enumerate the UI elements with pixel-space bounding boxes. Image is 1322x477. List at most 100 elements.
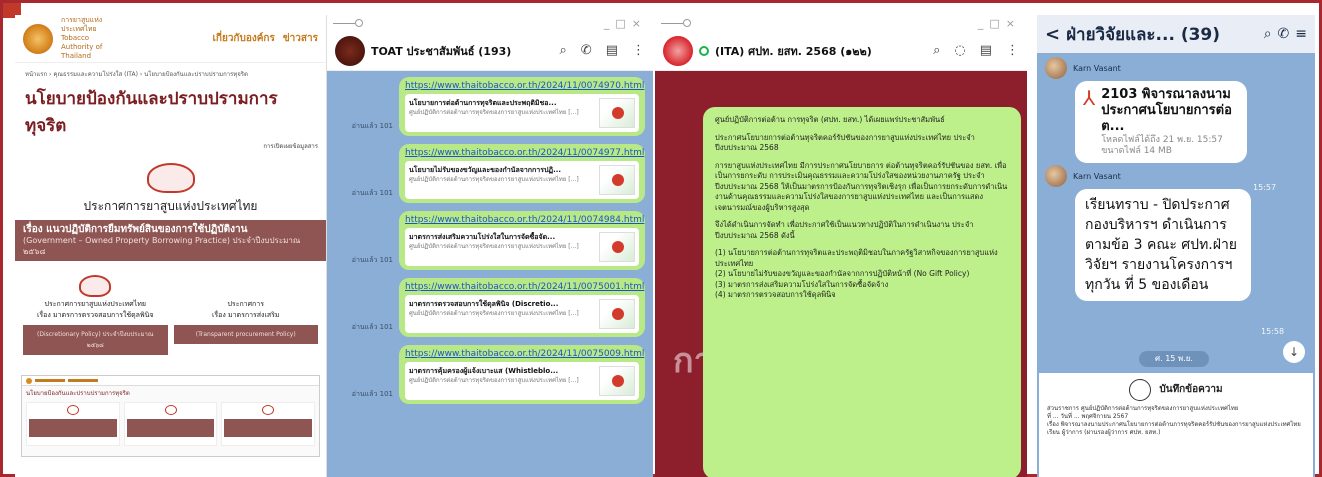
breadcrumb[interactable]: หน้าแรก › คุณธรรมและความโปร่งใส (ITA) › … bbox=[15, 63, 326, 81]
toat-logo-icon[interactable] bbox=[23, 23, 53, 54]
doc-line2: (Government – Owned Property Borrowing P… bbox=[23, 236, 301, 256]
page-thumbnail[interactable]: นโยบายป้องกันและปราบปรามการทุจริต bbox=[21, 375, 320, 457]
more-icon[interactable]: ⋮ bbox=[632, 43, 645, 58]
search-icon[interactable]: ⌕ bbox=[933, 43, 940, 58]
group-avatar[interactable] bbox=[663, 35, 693, 66]
seal-icon bbox=[1129, 379, 1152, 401]
message-link[interactable]: https://www.thaitobacco.or.th/2024/11/00… bbox=[405, 215, 644, 225]
file-bubble[interactable]: ⅄ 2103 พิจารณาลงนามประกาศนโยบายการต่อต..… bbox=[1075, 81, 1247, 163]
message-row: อ่านแล้ว 101 https://www.thaitobacco.or.… bbox=[335, 278, 645, 337]
preview-desc: ศูนย์ปฏิบัติการต่อต้านการทุจริตของการยาส… bbox=[409, 310, 579, 317]
read-receipt: อ่านแล้ว 101 bbox=[351, 122, 393, 130]
call-icon[interactable]: ✆ bbox=[1278, 26, 1290, 42]
call-icon[interactable]: ✆ bbox=[581, 43, 592, 58]
link-preview[interactable]: นโยบายการต่อต้านการทุจริตและประพฤติมิชอ.… bbox=[405, 94, 639, 132]
pin-icon[interactable] bbox=[333, 19, 604, 27]
back-icon[interactable]: < bbox=[1045, 24, 1060, 45]
announcement-bubble[interactable]: ศูนย์ปฏิบัติการต่อต้าน การทุจริต (ศปท. ย… bbox=[703, 107, 1021, 477]
thumb-bar bbox=[126, 419, 215, 437]
thumb-nav bbox=[68, 379, 98, 382]
preview-thumbnail bbox=[599, 232, 635, 262]
file-size: ขนาดไฟล์ 14 MB bbox=[1101, 146, 1172, 156]
link-preview[interactable]: มาตรการคุ้มครองผู้แจ้งเบาะแส (Whistleblo… bbox=[405, 362, 639, 400]
sender-row: Karn Vasant bbox=[1037, 53, 1315, 79]
search-icon[interactable]: ⌕ bbox=[1264, 26, 1272, 42]
sender-name: Karn Vasant bbox=[1073, 63, 1121, 73]
preview-title: มาตรการคุ้มครองผู้แจ้งเบาะแส (Whistleblo… bbox=[409, 367, 559, 375]
chat-title: ฝ่ายวิจัยและ... (39) bbox=[1066, 24, 1221, 45]
seal-icon bbox=[66, 405, 79, 415]
doc-card-discretionary[interactable]: ประกาศการยาสูบแห่งประเทศไทย เรื่อง มาตรก… bbox=[23, 271, 168, 359]
search-icon[interactable]: ⌕ bbox=[560, 43, 567, 58]
memo-header: บันทึกข้อความ bbox=[1047, 379, 1305, 401]
group-avatar[interactable] bbox=[335, 35, 365, 66]
preview-title: มาตรการตรวจสอบการใช้ดุลพินิจ (Discretio.… bbox=[409, 300, 559, 308]
message-row: อ่านแล้ว 101 https://www.thaitobacco.or.… bbox=[335, 77, 645, 136]
message-link[interactable]: https://www.thaitobacco.or.th/2024/11/00… bbox=[405, 81, 644, 91]
verified-icon bbox=[699, 45, 709, 56]
preview-title: นโยบายไม่รับของขวัญและของกำนัลจากการปฏิ.… bbox=[409, 166, 562, 174]
doc-announcement-link[interactable]: เรื่อง แนวปฏิบัติการยืมทรัพย์สินของการใช… bbox=[15, 220, 326, 261]
read-receipt: อ่านแล้ว 101 bbox=[351, 390, 393, 398]
window-titlebar: _□× bbox=[327, 15, 653, 31]
memo-line: เรียน ผู้ว่าการ (ผ่านรองผู้ว่าการ ศปท. ย… bbox=[1047, 429, 1161, 436]
nav-news[interactable]: ข่าวสาร bbox=[283, 31, 318, 46]
chat-icon[interactable]: ◌ bbox=[954, 43, 965, 58]
toat-chat-window: _□× TOAT ประชาสัมพันธ์ (193) ⌕ ✆ ▤ ⋮ อ่า… bbox=[327, 15, 653, 477]
link-bubble[interactable]: https://www.thaitobacco.or.th/2024/11/00… bbox=[399, 345, 645, 404]
preview-thumbnail bbox=[599, 165, 635, 195]
col1-title: ประกาศการยาสูบแห่งประเทศไทย bbox=[44, 300, 146, 308]
avatar[interactable] bbox=[1045, 165, 1067, 187]
menu-icon[interactable]: ≡ bbox=[1295, 26, 1307, 42]
message-time: 15:57 bbox=[1253, 183, 1277, 192]
message-link[interactable]: https://www.thaitobacco.or.th/2024/11/00… bbox=[405, 349, 644, 359]
seal-icon bbox=[164, 405, 177, 415]
notes-icon[interactable]: ▤ bbox=[980, 43, 992, 58]
text-bubble[interactable]: เรียนทราบ - ปิดประกาศ กองบริหารฯ ดำเนินก… bbox=[1075, 189, 1251, 301]
read-receipt: อ่านแล้ว 101 bbox=[351, 256, 393, 264]
window-controls[interactable]: _□× bbox=[978, 17, 1021, 30]
paragraph: (4) มาตรการตรวจสอบการใช้ดุลพินิจ bbox=[715, 290, 836, 299]
link-preview[interactable]: นโยบายไม่รับของขวัญและของกำนัลจากการปฏิ.… bbox=[405, 161, 639, 199]
preview-thumbnail bbox=[599, 299, 635, 329]
message-link[interactable]: https://www.thaitobacco.or.th/2024/11/00… bbox=[405, 282, 644, 292]
thumb-cell bbox=[123, 402, 218, 446]
window-controls[interactable]: _□× bbox=[604, 17, 647, 30]
scroll-down-icon[interactable]: ↓ bbox=[1283, 341, 1305, 363]
avatar[interactable] bbox=[1045, 57, 1067, 79]
toat-seal-icon bbox=[79, 275, 112, 297]
more-icon[interactable]: ⋮ bbox=[1006, 43, 1019, 58]
thumb-grid bbox=[22, 400, 319, 448]
link-bubble[interactable]: https://www.thaitobacco.or.th/2024/11/00… bbox=[399, 77, 645, 136]
line-mobile-chat: < ฝ่ายวิจัยและ... (39) ⌕ ✆ ≡ Karn Vasant… bbox=[1037, 15, 1315, 477]
link-bubble[interactable]: https://www.thaitobacco.or.th/2024/11/00… bbox=[399, 144, 645, 203]
thumb-header bbox=[22, 376, 319, 386]
pin-icon[interactable] bbox=[661, 19, 978, 27]
link-bubble[interactable]: https://www.thaitobacco.or.th/2024/11/00… bbox=[399, 211, 645, 270]
paragraph: ศูนย์ปฏิบัติการต่อต้าน การทุจริต (ศปท. ย… bbox=[715, 115, 945, 124]
nav-about[interactable]: เกี่ยวกับองค์กร bbox=[212, 31, 274, 46]
disclosure-label: การเปิดเผยข้อมูลสาร bbox=[263, 143, 318, 150]
col2-title: ประกาศการ bbox=[227, 300, 264, 308]
thumb-cell bbox=[221, 402, 316, 446]
doc-card-procurement[interactable]: ประกาศการ เรื่อง มาตรการส่งเสริม (Transp… bbox=[173, 271, 318, 359]
message-link[interactable]: https://www.thaitobacco.or.th/2024/11/00… bbox=[405, 148, 644, 158]
paragraph: (3) มาตรการส่งเสริมความโปร่งใสในการจัดซื… bbox=[715, 279, 889, 289]
read-receipt: อ่านแล้ว 101 bbox=[351, 189, 393, 197]
col1-sub: เรื่อง มาตรการตรวจสอบการใช้ดุลพินิจ bbox=[37, 311, 154, 319]
notes-icon[interactable]: ▤ bbox=[606, 43, 618, 58]
memo-image[interactable]: บันทึกข้อความ ส่วนราชการ ศูนย์ปฏิบัติการ… bbox=[1039, 373, 1313, 477]
preview-thumbnail bbox=[599, 98, 635, 128]
preview-desc: ศูนย์ปฏิบัติการต่อต้านการทุจริตของการยาส… bbox=[409, 243, 579, 250]
link-bubble[interactable]: https://www.thaitobacco.or.th/2024/11/00… bbox=[399, 278, 645, 337]
preview-desc: ศูนย์ปฏิบัติการต่อต้านการทุจริตของการยาส… bbox=[409, 109, 579, 116]
doc-line1: เรื่อง แนวปฏิบัติการยืมทรัพย์สินของการใช… bbox=[23, 224, 248, 235]
pdf-icon: ⅄ bbox=[1083, 86, 1096, 110]
message-list[interactable]: อ่านแล้ว 101 https://www.thaitobacco.or.… bbox=[327, 71, 653, 404]
preview-title: นโยบายการต่อต้านการทุจริตและประพฤติมิชอ.… bbox=[409, 99, 557, 107]
read-receipt: อ่านแล้ว 101 bbox=[351, 323, 393, 331]
file-name: 2103 พิจารณาลงนามประกาศนโยบายการต่อต... bbox=[1101, 87, 1232, 134]
link-preview[interactable]: มาตรการตรวจสอบการใช้ดุลพินิจ (Discretio.… bbox=[405, 295, 639, 333]
link-preview[interactable]: มาตรการส่งเสริมความโปร่งใสในการจัดซื้อจั… bbox=[405, 228, 639, 266]
chat-header: < ฝ่ายวิจัยและ... (39) ⌕ ✆ ≡ bbox=[1037, 15, 1315, 53]
